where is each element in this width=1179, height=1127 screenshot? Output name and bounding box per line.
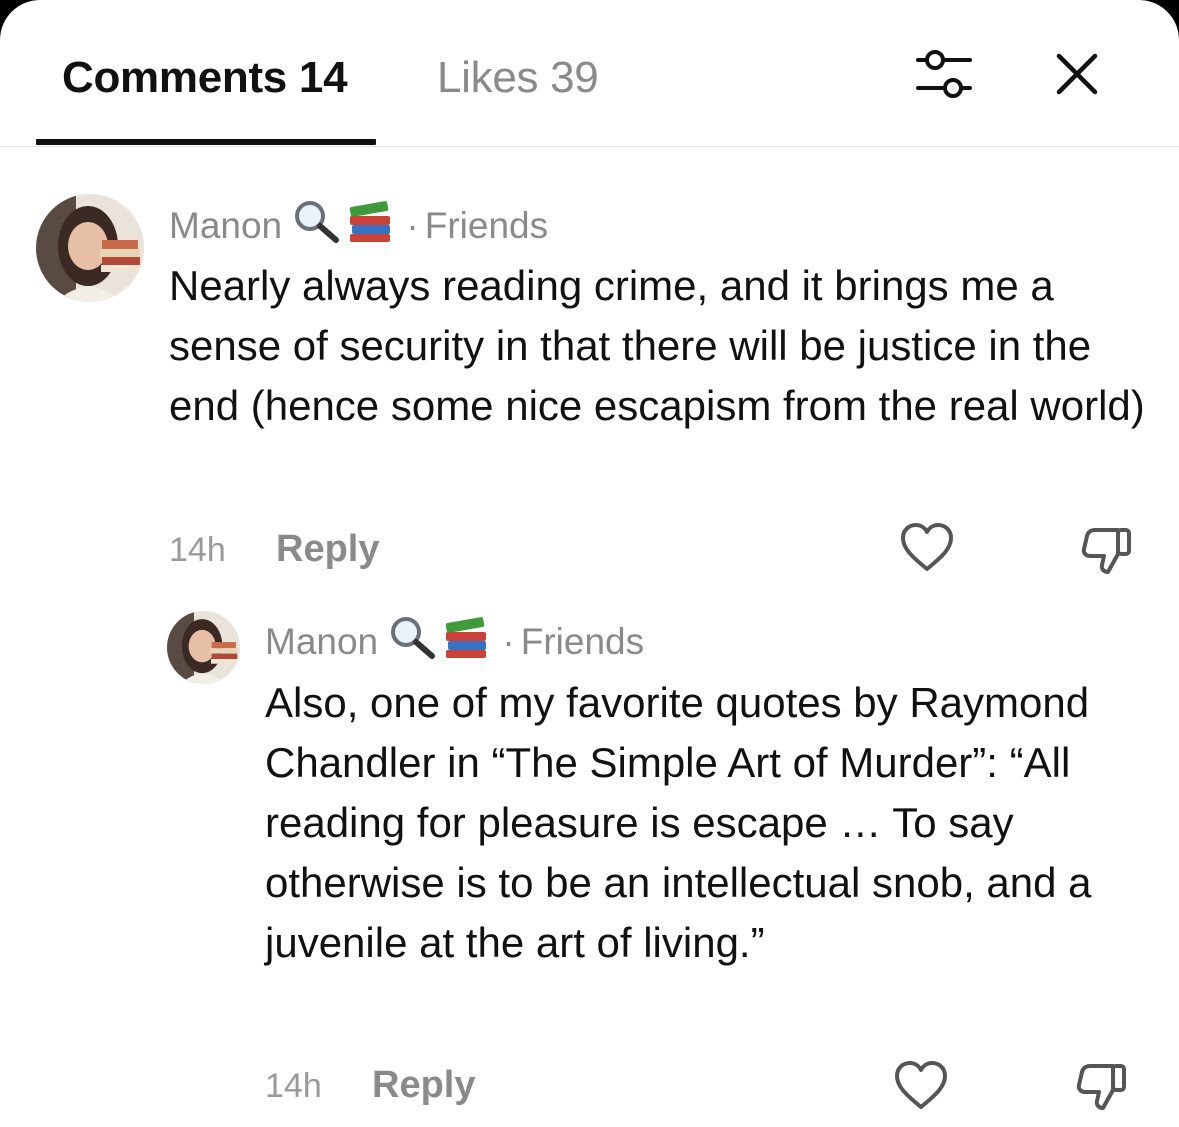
comment-time: 14h <box>169 531 226 569</box>
author-name[interactable]: Manon <box>169 205 282 246</box>
comment-meta: Manon · Friends <box>265 614 644 670</box>
avatar[interactable] <box>167 611 240 684</box>
books-emoji <box>440 614 492 670</box>
author-name[interactable]: Manon <box>265 621 378 662</box>
thumbs-down-icon[interactable] <box>1073 1058 1129 1114</box>
reply-button[interactable]: Reply <box>372 1063 475 1107</box>
relation-label: Friends <box>424 205 549 246</box>
close-icon[interactable] <box>1049 46 1105 102</box>
thumbs-down-icon[interactable] <box>1078 522 1134 578</box>
relation-label: Friends <box>520 621 645 662</box>
sliders-icon[interactable] <box>912 46 976 104</box>
heart-icon[interactable] <box>893 1060 949 1112</box>
separator-dot: · <box>406 205 419 246</box>
tab-likes[interactable]: Likes 39 <box>437 52 599 104</box>
magnifying-glass-emoji <box>388 614 440 670</box>
reply-button[interactable]: Reply <box>276 527 379 571</box>
heart-icon[interactable] <box>899 522 955 574</box>
comments-sheet: Comments 14 Likes 39 Manon · Friends Nea… <box>0 0 1179 1127</box>
comment-time: 14h <box>265 1067 322 1105</box>
comment-meta: Manon · Friends <box>169 198 548 254</box>
books-emoji <box>344 198 396 254</box>
comment-text: Nearly always reading crime, and it brin… <box>169 262 1145 429</box>
comment-text: Also, one of my favorite quotes by Raymo… <box>265 679 1092 966</box>
magnifying-glass-emoji <box>292 198 344 254</box>
separator-dot: · <box>502 621 515 662</box>
tab-comments[interactable]: Comments 14 <box>62 52 348 104</box>
avatar[interactable] <box>36 194 144 302</box>
active-tab-indicator <box>36 139 376 145</box>
sheet-header: Comments 14 Likes 39 <box>0 0 1179 147</box>
